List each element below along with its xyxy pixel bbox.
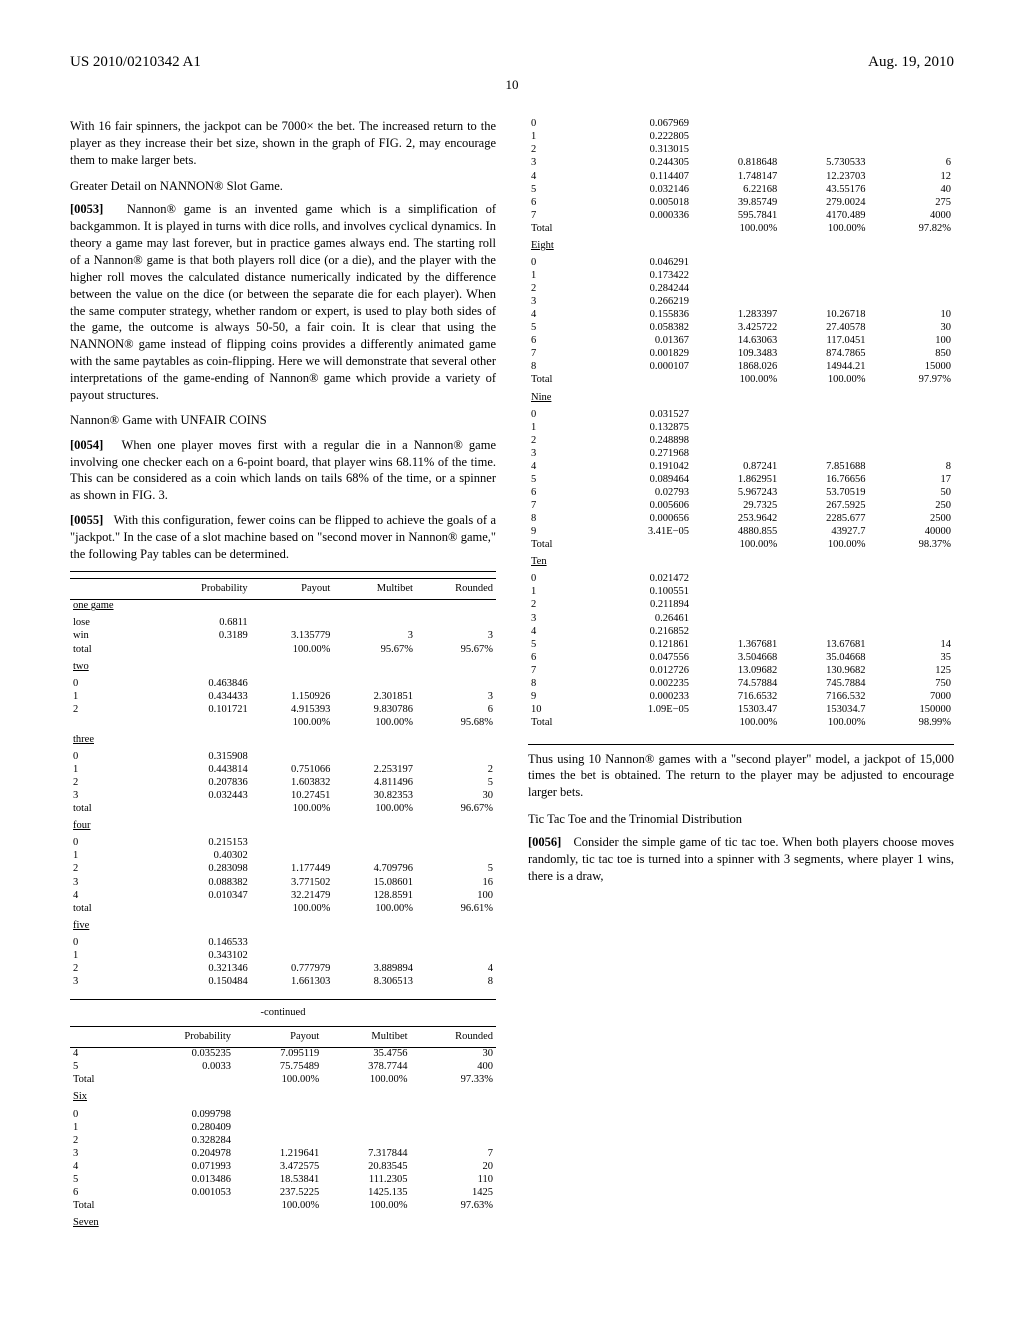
table-continued-label: -continued — [70, 1006, 496, 1020]
heading-nannon-detail: Greater Detail on NANNON® Slot Game. — [70, 178, 496, 195]
heading-tictactoe: Tic Tac Toe and the Trinomial Distributi… — [528, 811, 954, 828]
publication-date: Aug. 19, 2010 — [868, 52, 954, 72]
paragraph-0054-text: When one player moves first with a regul… — [70, 438, 496, 503]
paragraph-0056: [0056] Consider the simple game of tic t… — [528, 834, 954, 885]
paragraph-0054: [0054] When one player moves first with … — [70, 437, 496, 505]
paragraph-0053-text: Nannon® game is an invented game which i… — [70, 202, 496, 402]
heading-unfair-coins: Nannon® Game with UNFAIR COINS — [70, 412, 496, 429]
paytable-one-to-five: ProbabilityPayoutMultibetRoundedone game… — [70, 578, 496, 989]
para-num-0055: [0055] — [70, 513, 103, 527]
para-num-0053: [0053] — [70, 202, 103, 216]
paragraph-0055: [0055] With this configuration, fewer co… — [70, 512, 496, 563]
paragraph-0056-text: Consider the simple game of tic tac toe.… — [528, 835, 954, 883]
para-num-0056: [0056] — [528, 835, 561, 849]
page-number: 10 — [70, 76, 954, 94]
paragraph-0055-text: With this configuration, fewer coins can… — [70, 513, 496, 561]
para-num-0054: [0054] — [70, 438, 103, 452]
publication-number: US 2010/0210342 A1 — [70, 52, 201, 72]
paragraph-jackpot: With 16 fair spinners, the jackpot can b… — [70, 118, 496, 169]
paragraph-conclusion: Thus using 10 Nannon® games with a "seco… — [528, 751, 954, 802]
paragraph-0053: [0053] Nannon® game is an invented game … — [70, 201, 496, 404]
